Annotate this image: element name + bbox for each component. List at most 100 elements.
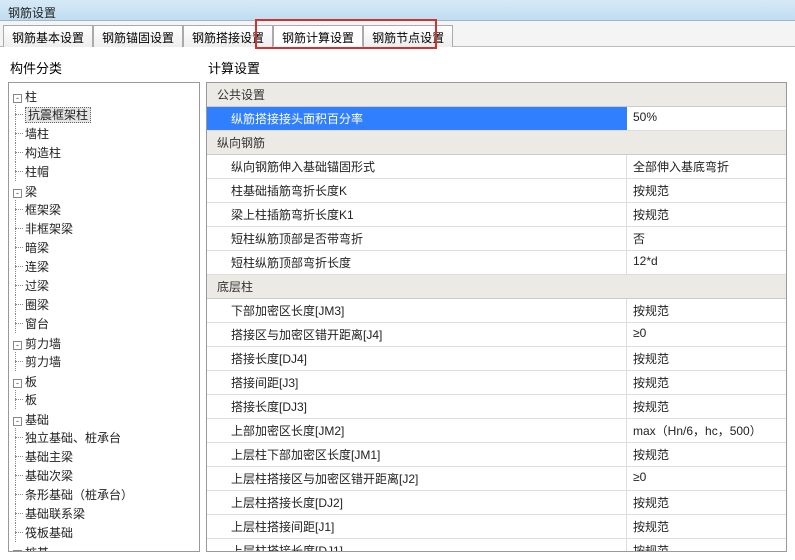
tab-node[interactable]: 钢筋节点设置 <box>363 25 453 47</box>
setting-value[interactable]: ≥0 <box>626 467 786 490</box>
tree-group[interactable]: -剪力墙剪力墙 <box>13 334 195 372</box>
setting-value[interactable]: 按规范 <box>626 347 786 370</box>
tree-toggle-icon[interactable]: - <box>13 94 22 103</box>
setting-row[interactable]: 上层柱搭接长度[DJ1]按规范 <box>207 539 786 552</box>
settings-table[interactable]: 公共设置纵筋搭接接头面积百分率50%纵向钢筋纵向钢筋伸入基础锚固形式全部伸入基底… <box>206 82 787 552</box>
group-header: 纵向钢筋 <box>207 131 786 155</box>
tab-basic[interactable]: 钢筋基本设置 <box>3 25 93 47</box>
tree-group[interactable]: -桩基桩基 <box>13 543 195 552</box>
setting-row[interactable]: 上层柱搭接间距[J1]按规范 <box>207 515 786 539</box>
tab-calc[interactable]: 钢筋计算设置 <box>273 25 363 47</box>
setting-value[interactable]: 按规范 <box>626 371 786 394</box>
tree-group-label[interactable]: 桩基 <box>25 546 49 552</box>
setting-row[interactable]: 纵向钢筋伸入基础锚固形式全部伸入基底弯折 <box>207 155 786 179</box>
tree-item[interactable]: 条形基础（桩承台） <box>25 485 195 504</box>
setting-label: 纵向钢筋伸入基础锚固形式 <box>207 155 626 178</box>
setting-value[interactable]: max（Hn/6，hc，500） <box>626 419 786 442</box>
setting-label: 搭接长度[DJ4] <box>207 347 626 370</box>
setting-label: 短柱纵筋顶部弯折长度 <box>207 251 626 274</box>
tree-group-label[interactable]: 剪力墙 <box>25 337 61 351</box>
tree-item-label: 圈梁 <box>25 298 49 312</box>
setting-value[interactable]: 按规范 <box>626 539 786 552</box>
tree-item[interactable]: 框架梁 <box>25 200 195 219</box>
tab-anchor[interactable]: 钢筋锚固设置 <box>93 25 183 47</box>
tree-group-label[interactable]: 板 <box>25 375 37 389</box>
setting-label: 上层柱搭接区与加密区错开距离[J2] <box>207 467 626 490</box>
tree-item[interactable]: 抗震框架柱 <box>25 105 195 124</box>
tree-item[interactable]: 基础联系梁 <box>25 504 195 523</box>
tree-item[interactable]: 筏板基础 <box>25 523 195 542</box>
tree-toggle-icon[interactable]: - <box>13 550 22 552</box>
setting-value[interactable]: 按规范 <box>626 299 786 322</box>
setting-value[interactable]: 按规范 <box>626 443 786 466</box>
setting-row[interactable]: 搭接区与加密区错开距离[J4]≥0 <box>207 323 786 347</box>
setting-value[interactable]: 按规范 <box>626 515 786 538</box>
tree-item[interactable]: 基础主梁 <box>25 447 195 466</box>
setting-label: 上层柱下部加密区长度[JM1] <box>207 443 626 466</box>
tree-item[interactable]: 圈梁 <box>25 295 195 314</box>
tree-item[interactable]: 连梁 <box>25 257 195 276</box>
group-header: 公共设置 <box>207 83 786 107</box>
tree-item[interactable]: 剪力墙 <box>25 352 195 371</box>
setting-label: 下部加密区长度[JM3] <box>207 299 626 322</box>
setting-row[interactable]: 上层柱搭接长度[DJ2]按规范 <box>207 491 786 515</box>
setting-row[interactable]: 上层柱搭接区与加密区错开距离[J2]≥0 <box>207 467 786 491</box>
tab-splice[interactable]: 钢筋搭接设置 <box>183 25 273 47</box>
setting-row[interactable]: 搭接长度[DJ4]按规范 <box>207 347 786 371</box>
setting-row[interactable]: 短柱纵筋顶部是否带弯折否 <box>207 227 786 251</box>
tree-group[interactable]: -梁框架梁非框架梁暗梁连梁过梁圈梁窗台 <box>13 182 195 334</box>
tree-item-label: 暗梁 <box>25 241 49 255</box>
tree-item-label: 非框架梁 <box>25 222 73 236</box>
setting-row[interactable]: 上部加密区长度[JM2]max（Hn/6，hc，500） <box>207 419 786 443</box>
tree-item[interactable]: 过梁 <box>25 276 195 295</box>
tree-toggle-icon[interactable]: - <box>13 379 22 388</box>
setting-value[interactable]: 全部伸入基底弯折 <box>626 155 786 178</box>
setting-label: 上层柱搭接间距[J1] <box>207 515 626 538</box>
setting-value[interactable]: 按规范 <box>626 491 786 514</box>
tree-group[interactable]: -柱抗震框架柱墙柱构造柱柱帽 <box>13 87 195 182</box>
tree-item[interactable]: 板 <box>25 390 195 409</box>
setting-row[interactable]: 上层柱下部加密区长度[JM1]按规范 <box>207 443 786 467</box>
tree-group-label[interactable]: 基础 <box>25 413 49 427</box>
tree-item[interactable]: 暗梁 <box>25 238 195 257</box>
tree-item[interactable]: 窗台 <box>25 314 195 333</box>
setting-value[interactable]: 50% <box>626 107 786 130</box>
tree-item[interactable]: 柱帽 <box>25 162 195 181</box>
setting-label: 上层柱搭接长度[DJ2] <box>207 491 626 514</box>
setting-row[interactable]: 下部加密区长度[JM3]按规范 <box>207 299 786 323</box>
tree-item-label: 剪力墙 <box>25 355 61 369</box>
tree-toggle-icon[interactable]: - <box>13 189 22 198</box>
setting-row[interactable]: 纵筋搭接接头面积百分率50% <box>207 107 786 131</box>
tree-item[interactable]: 非框架梁 <box>25 219 195 238</box>
tree-container[interactable]: -柱抗震框架柱墙柱构造柱柱帽-梁框架梁非框架梁暗梁连梁过梁圈梁窗台-剪力墙剪力墙… <box>8 82 200 552</box>
tree-item-label: 筏板基础 <box>25 526 73 540</box>
tree-item[interactable]: 独立基础、桩承台 <box>25 428 195 447</box>
setting-value[interactable]: ≥0 <box>626 323 786 346</box>
setting-row[interactable]: 搭接长度[DJ3]按规范 <box>207 395 786 419</box>
tree-item[interactable]: 基础次梁 <box>25 466 195 485</box>
tree-toggle-icon[interactable]: - <box>13 341 22 350</box>
tree-item[interactable]: 构造柱 <box>25 143 195 162</box>
setting-row[interactable]: 柱基础插筋弯折长度K按规范 <box>207 179 786 203</box>
tree-group[interactable]: -基础独立基础、桩承台基础主梁基础次梁条形基础（桩承台）基础联系梁筏板基础 <box>13 410 195 543</box>
setting-value[interactable]: 按规范 <box>626 203 786 226</box>
setting-value[interactable]: 按规范 <box>626 395 786 418</box>
setting-value[interactable]: 否 <box>626 227 786 250</box>
setting-row[interactable]: 短柱纵筋顶部弯折长度12*d <box>207 251 786 275</box>
left-panel: 构件分类 -柱抗震框架柱墙柱构造柱柱帽-梁框架梁非框架梁暗梁连梁过梁圈梁窗台-剪… <box>8 55 200 552</box>
tree-item-label: 窗台 <box>25 317 49 331</box>
setting-row[interactable]: 梁上柱插筋弯折长度K1按规范 <box>207 203 786 227</box>
tree-item-label: 柱帽 <box>25 165 49 179</box>
tree-item[interactable]: 墙柱 <box>25 124 195 143</box>
tree-item-label: 抗震框架柱 <box>25 107 91 123</box>
tree-group-label[interactable]: 柱 <box>25 90 37 104</box>
tree-group[interactable]: -板板 <box>13 372 195 410</box>
tree-toggle-icon[interactable]: - <box>13 417 22 426</box>
setting-label: 纵筋搭接接头面积百分率 <box>207 107 626 130</box>
setting-label: 上部加密区长度[JM2] <box>207 419 626 442</box>
tree-group-label[interactable]: 梁 <box>25 185 37 199</box>
setting-value[interactable]: 按规范 <box>626 179 786 202</box>
setting-row[interactable]: 搭接间距[J3]按规范 <box>207 371 786 395</box>
setting-label: 搭接间距[J3] <box>207 371 626 394</box>
setting-value[interactable]: 12*d <box>626 251 786 274</box>
